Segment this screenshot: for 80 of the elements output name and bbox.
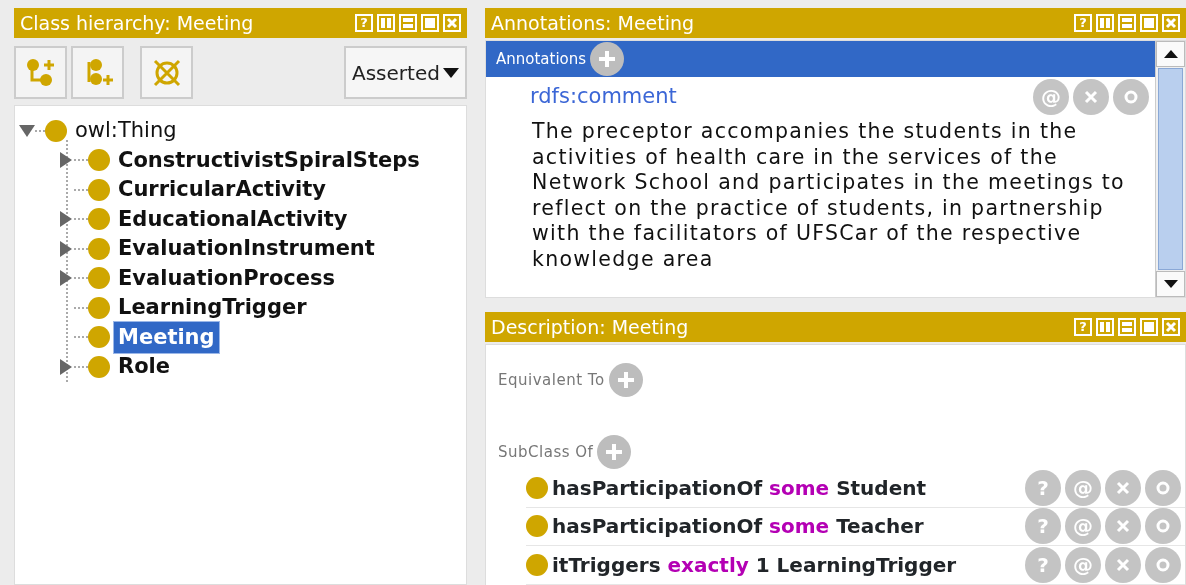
edit-button[interactable]: [1145, 469, 1181, 506]
add-sibling-button[interactable]: [71, 46, 124, 99]
expand-arrow-icon[interactable]: [58, 211, 74, 228]
maximize-icon[interactable]: [421, 14, 439, 32]
ring-icon: [1123, 89, 1139, 105]
maximize-icon[interactable]: [1140, 318, 1158, 336]
panel-title: Description: Meeting: [491, 314, 689, 340]
split-vertical-icon[interactable]: [1096, 318, 1114, 336]
add-subclass-button[interactable]: [14, 46, 67, 99]
class-icon: [88, 326, 110, 349]
tree-item[interactable]: EvaluationInstrument: [114, 233, 379, 265]
class-expression[interactable]: hasParticipationOf some Student: [552, 472, 927, 503]
edit-button[interactable]: [1113, 79, 1149, 115]
tree-item[interactable]: CurricularActivity: [114, 174, 330, 206]
class-icon: [88, 178, 110, 201]
panel-title: Class hierarchy: Meeting: [20, 10, 254, 36]
edit-button[interactable]: [1145, 508, 1181, 545]
caret-icon: [443, 67, 459, 78]
delete-class-button[interactable]: [140, 46, 193, 99]
plus-icon: [604, 442, 625, 462]
class-icon: [88, 149, 110, 172]
edit-button[interactable]: [1145, 546, 1181, 583]
class-icon: [88, 208, 110, 231]
expand-arrow-icon[interactable]: [58, 152, 74, 169]
tree-item[interactable]: LearningTrigger: [114, 292, 311, 324]
tree-item[interactable]: EvaluationProcess: [114, 262, 339, 294]
delete-button[interactable]: [1105, 508, 1141, 545]
mode-dropdown[interactable]: Asserted: [344, 46, 467, 99]
close-icon[interactable]: [1162, 318, 1180, 336]
expand-arrow-icon[interactable]: [58, 358, 74, 375]
add-button[interactable]: [590, 42, 625, 76]
class-icon: [88, 355, 110, 378]
class-icon: [526, 515, 548, 538]
collapse-arrow-icon[interactable]: [19, 122, 35, 139]
up-arrow-icon: [1163, 50, 1178, 58]
split-horizontal-icon[interactable]: [399, 14, 417, 32]
close-icon: [1115, 518, 1131, 535]
split-horizontal-icon[interactable]: [1118, 14, 1136, 32]
ring-icon: [1155, 556, 1171, 573]
class-icon: [88, 296, 110, 319]
scroll-thumb[interactable]: [1158, 68, 1183, 270]
scroll-up-button[interactable]: [1156, 41, 1185, 67]
plus-icon: [597, 49, 618, 69]
class-icon: [526, 553, 548, 576]
ring-icon: [1155, 479, 1171, 496]
class-expression[interactable]: itTriggers exactly 1 LearningTrigger: [552, 549, 957, 580]
split-horizontal-icon[interactable]: [1118, 318, 1136, 336]
section-header: Annotations: [496, 48, 587, 70]
maximize-icon[interactable]: [1140, 14, 1158, 32]
split-vertical-icon[interactable]: [1096, 14, 1114, 32]
close-icon: [1115, 556, 1131, 573]
annotation-property[interactable]: rdfs:comment: [530, 81, 677, 113]
close-icon: [1083, 89, 1099, 105]
plus-icon: [615, 370, 636, 390]
class-icon: [526, 476, 548, 499]
annotation-text: The preceptor accompanies the students in the activities of health care in the services of the Network School and participates in the meetings to reflect on the practice of students, in partnership with the facilitators of UFSCar of the respective knowledge area: [531, 119, 1126, 272]
section-header: SubClass Of: [498, 441, 594, 463]
class-expression[interactable]: hasParticipationOf some Teacher: [552, 511, 924, 542]
tree-item[interactable]: Meeting: [114, 321, 219, 353]
class-icon: [88, 237, 110, 260]
down-arrow-icon: [1163, 280, 1178, 288]
tree-item[interactable]: ConstructivistSpiralSteps: [114, 144, 424, 176]
tree-item[interactable]: Role: [114, 351, 175, 383]
class-icon: [88, 267, 110, 290]
tree-item[interactable]: EducationalActivity: [114, 203, 352, 235]
split-vertical-icon[interactable]: [377, 14, 395, 32]
ring-icon: [1155, 518, 1171, 535]
expand-arrow-icon[interactable]: [58, 240, 74, 257]
close-icon[interactable]: [443, 14, 461, 32]
scroll-down-button[interactable]: [1156, 271, 1185, 297]
close-icon: [1115, 479, 1131, 496]
delete-button[interactable]: [1105, 469, 1141, 506]
close-icon[interactable]: [1162, 14, 1180, 32]
class-icon: [45, 119, 67, 142]
expand-arrow-icon[interactable]: [58, 270, 74, 287]
delete-button[interactable]: [1073, 79, 1109, 115]
tree-item[interactable]: owl:Thing: [71, 115, 181, 147]
delete-button[interactable]: [1105, 546, 1141, 583]
section-header: Equivalent To: [498, 369, 605, 391]
panel-title: Annotations: Meeting: [491, 10, 695, 36]
